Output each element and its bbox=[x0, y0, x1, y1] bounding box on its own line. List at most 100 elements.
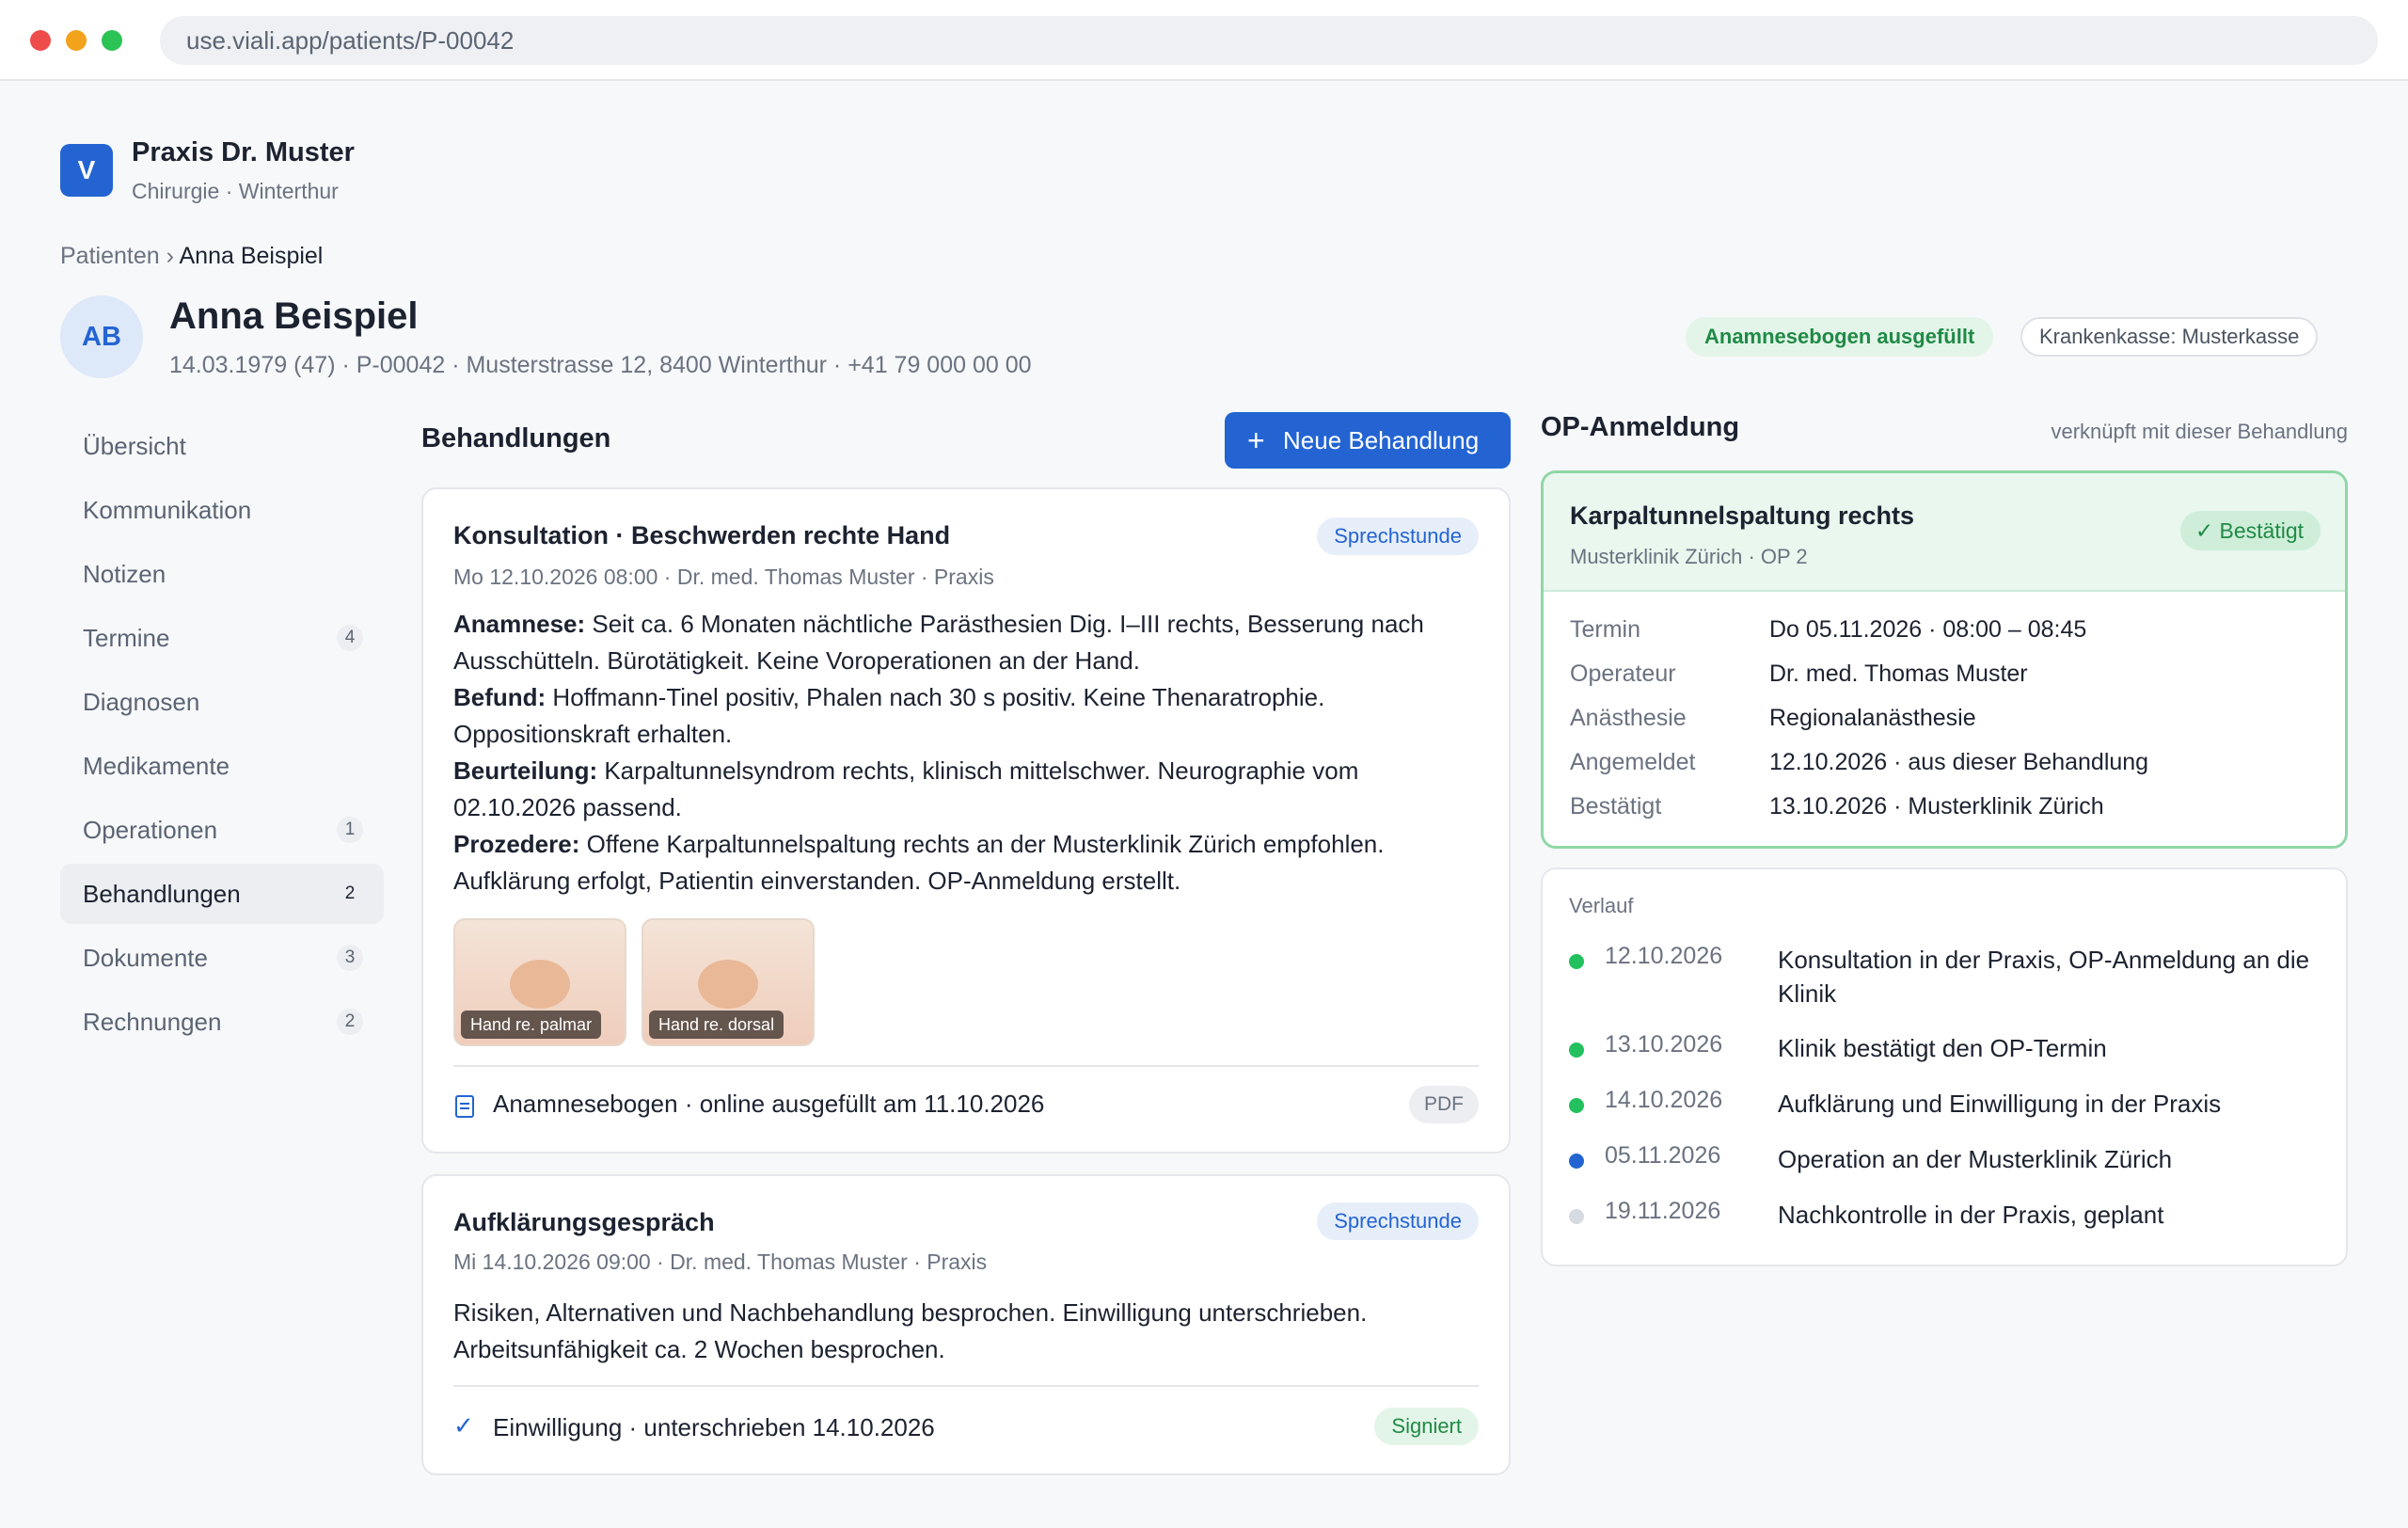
close-window-button[interactable] bbox=[30, 30, 51, 51]
sidebar-item-label: Notizen bbox=[83, 560, 166, 588]
op-registration-card[interactable]: Karpaltunnelspaltung rechts Musterklinik… bbox=[1541, 470, 2348, 849]
treatment-title: Aufklärungsgespräch bbox=[453, 1208, 715, 1236]
timeline-date: 12.10.2026 bbox=[1605, 943, 1723, 969]
timeline-date: 13.10.2026 bbox=[1605, 1031, 1723, 1058]
op-detail-value: Dr. med. Thomas Muster bbox=[1769, 661, 2028, 687]
treatments-title: Behandlungen bbox=[421, 423, 611, 454]
sidebar-item-label: Übersicht bbox=[83, 432, 186, 460]
patient-meta: 14.03.1979 (47) · P-00042 · Musterstrass… bbox=[169, 352, 1032, 378]
document-link[interactable]: Anamnesebogen · online ausgefüllt am 11.… bbox=[493, 1090, 1044, 1119]
breadcrumb-current: Anna Beispiel bbox=[179, 243, 324, 269]
timeline-text: Nachkontrolle in der Praxis, geplant bbox=[1778, 1201, 2164, 1229]
op-detail-value: Regionalanästhesie bbox=[1769, 705, 1976, 731]
op-registration-title: OP-Anmeldung bbox=[1541, 412, 1740, 442]
hand-image bbox=[510, 960, 570, 1009]
sidebar-item-behandlungen[interactable]: Behandlungen 2 bbox=[60, 864, 384, 924]
image-thumbnail-palmar[interactable]: Hand re. palmar bbox=[453, 918, 626, 1046]
browser-chrome: use.viali.app/patients/P-00042 bbox=[0, 0, 2408, 81]
op-detail-value: 12.10.2026 · aus dieser Behandlung bbox=[1769, 749, 2149, 775]
treatment-notes: Risiken, Alternativen und Nachbehandlung… bbox=[453, 1298, 1368, 1363]
status-dot-planned bbox=[1569, 1209, 1584, 1224]
status-dot-done bbox=[1569, 954, 1584, 969]
new-treatment-button[interactable]: + Neue Behandlung bbox=[1225, 412, 1511, 469]
treatment-card-consent-talk[interactable]: Aufklärungsgespräch Sprechstunde Mi 14.1… bbox=[421, 1174, 1511, 1475]
timeline-title: Verlauf bbox=[1569, 894, 1634, 917]
sidebar-item-dokumente[interactable]: Dokumente 3 bbox=[60, 928, 384, 988]
treatment-meta: Mi 14.10.2026 09:00 · Dr. med. Thomas Mu… bbox=[453, 1249, 988, 1274]
treatment-meta: Mo 12.10.2026 08:00 · Dr. med. Thomas Mu… bbox=[453, 565, 994, 589]
check-icon: ✓ bbox=[2194, 518, 2220, 543]
op-linked-note: verknüpft mit dieser Behandlung bbox=[2051, 420, 2348, 443]
insurance-badge: Krankenkasse: Musterkasse bbox=[2020, 317, 2319, 357]
sidebar-item-label: Kommunikation bbox=[83, 496, 252, 524]
treatment-notes: Anamnese: Seit ca. 6 Monaten nächtliche … bbox=[453, 606, 1479, 899]
address-bar[interactable]: use.viali.app/patients/P-00042 bbox=[160, 16, 2378, 65]
sidebar-item-label: Rechnungen bbox=[83, 1008, 222, 1036]
op-detail-key: Operateur bbox=[1570, 661, 1676, 687]
sidebar-item-count: 2 bbox=[337, 1009, 363, 1035]
op-detail-key: Bestätigt bbox=[1570, 793, 1662, 820]
sidebar-item-label: Termine bbox=[83, 624, 170, 652]
sidebar-item-uebersicht[interactable]: Übersicht bbox=[60, 416, 384, 476]
sidebar-item-termine[interactable]: Termine 4 bbox=[60, 608, 384, 668]
hand-image bbox=[698, 960, 758, 1009]
sidebar-item-medikamente[interactable]: Medikamente bbox=[60, 736, 384, 796]
timeline-card: Verlauf 12.10.2026 Konsultation in der P… bbox=[1541, 867, 2348, 1266]
notes-prozedere: Prozedere: Offene Karpaltunnelspaltung r… bbox=[453, 830, 1385, 895]
timeline-text: Konsultation in der Praxis, OP-Anmeldung… bbox=[1778, 946, 2310, 1008]
divider bbox=[453, 1065, 1479, 1067]
timeline-date: 05.11.2026 bbox=[1605, 1142, 1721, 1169]
notes-befund: Befund: Hoffmann-Tinel positiv, Phalen n… bbox=[453, 683, 1325, 748]
new-treatment-label: Neue Behandlung bbox=[1283, 426, 1480, 454]
sidebar-item-kommunikation[interactable]: Kommunikation bbox=[60, 480, 384, 540]
breadcrumb-patients-link[interactable]: Patienten bbox=[60, 243, 160, 269]
breadcrumb: Patienten › Anna Beispiel bbox=[60, 243, 323, 270]
treatment-title: Konsultation · Beschwerden rechte Hand bbox=[453, 521, 951, 549]
consent-document-link[interactable]: Einwilligung · unterschrieben 14.10.2026 bbox=[493, 1413, 935, 1442]
plus-icon: + bbox=[1247, 423, 1265, 457]
op-detail-value: Do 05.11.2026 · 08:00 – 08:45 bbox=[1769, 616, 2087, 643]
signed-status-badge: Signiert bbox=[1374, 1408, 1479, 1445]
breadcrumb-separator: › bbox=[159, 243, 180, 269]
op-status-label: Bestätigt bbox=[2219, 518, 2305, 543]
patient-sidebar-nav: Übersicht Kommunikation Notizen Termine 4… bbox=[60, 416, 384, 1056]
sidebar-item-label: Operationen bbox=[83, 816, 218, 844]
divider bbox=[453, 1385, 1479, 1387]
op-detail-key: Anästhesie bbox=[1570, 705, 1687, 731]
op-location: Musterklinik Zürich · OP 2 bbox=[1570, 545, 1808, 568]
image-caption: Hand re. palmar bbox=[461, 1011, 602, 1039]
image-thumbnail-dorsal[interactable]: Hand re. dorsal bbox=[642, 918, 815, 1046]
questionnaire-status-badge: Anamnesebogen ausgefüllt bbox=[1686, 317, 1994, 357]
timeline-text: Aufklärung und Einwilligung in der Praxi… bbox=[1778, 1090, 2222, 1118]
patient-avatar: AB bbox=[60, 295, 143, 378]
op-detail-value: 13.10.2026 · Musterklinik Zürich bbox=[1769, 793, 2104, 820]
document-icon bbox=[455, 1095, 474, 1118]
maximize-window-button[interactable] bbox=[102, 30, 122, 51]
treatment-card-consultation[interactable]: Konsultation · Beschwerden rechte Hand S… bbox=[421, 487, 1511, 1154]
op-detail-key: Termin bbox=[1570, 616, 1641, 643]
timeline-text: Operation an der Musterklinik Zürich bbox=[1778, 1145, 2173, 1173]
sidebar-item-count: 4 bbox=[337, 625, 363, 651]
sidebar-item-operationen[interactable]: Operationen 1 bbox=[60, 800, 384, 860]
sidebar-item-count: 1 bbox=[337, 817, 363, 843]
sidebar-item-diagnosen[interactable]: Diagnosen bbox=[60, 672, 384, 732]
minimize-window-button[interactable] bbox=[66, 30, 87, 51]
sidebar-item-count: 3 bbox=[337, 945, 363, 971]
op-status-badge: ✓ Bestätigt bbox=[2179, 511, 2321, 550]
status-dot-upcoming bbox=[1569, 1154, 1584, 1169]
image-caption: Hand re. dorsal bbox=[649, 1011, 784, 1039]
timeline-text: Klinik bestätigt den OP-Termin bbox=[1778, 1034, 2107, 1062]
sidebar-item-label: Behandlungen bbox=[83, 880, 241, 908]
sidebar-item-notizen[interactable]: Notizen bbox=[60, 544, 384, 604]
status-dot-done bbox=[1569, 1098, 1584, 1113]
pdf-badge[interactable]: PDF bbox=[1409, 1086, 1479, 1123]
check-icon: ✓ bbox=[453, 1411, 474, 1440]
notes-anamnese: Anamnese: Seit ca. 6 Monaten nächtliche … bbox=[453, 610, 1424, 675]
op-procedure: Karpaltunnelspaltung rechts bbox=[1570, 501, 1915, 530]
practice-name: Praxis Dr. Muster bbox=[132, 137, 355, 167]
notes-beurteilung: Beurteilung: Karpaltunnelsyndrom rechts,… bbox=[453, 756, 1359, 821]
sidebar-item-label: Diagnosen bbox=[83, 688, 200, 716]
status-dot-done bbox=[1569, 1043, 1584, 1058]
sidebar-item-rechnungen[interactable]: Rechnungen 2 bbox=[60, 992, 384, 1052]
patient-name: Anna Beispiel bbox=[169, 295, 419, 337]
